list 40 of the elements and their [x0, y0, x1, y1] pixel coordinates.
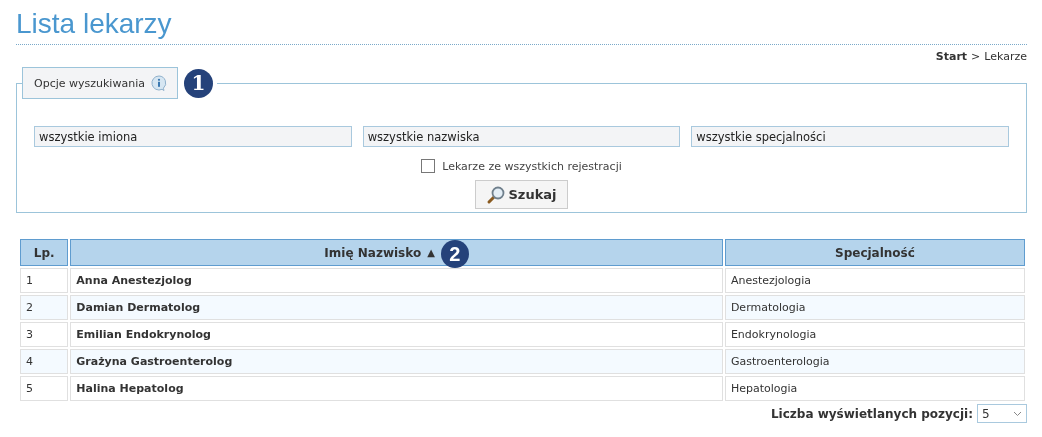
doctor-name[interactable]: Grażyna Gastroenterolog — [70, 349, 723, 374]
header-text: Imię Nazwisko — [324, 245, 422, 260]
column-header[interactable]: Specjalność — [724, 239, 1025, 266]
doctor-name[interactable]: Emilian Endokrynolog — [70, 322, 723, 347]
page-size-select[interactable]: 5 — [977, 404, 1027, 423]
table-cell: 4 — [20, 349, 69, 374]
breadcrumb-link[interactable]: Start — [935, 50, 968, 66]
column-header[interactable]: Imię Nazwisko ▲ 2 — [70, 239, 723, 266]
table-cell: Dermatologia — [724, 295, 1025, 320]
search-icon — [486, 184, 507, 205]
annotation-badge: 2 — [440, 240, 469, 268]
table-cell: Hepatologia — [724, 376, 1025, 401]
sort-arrow: ▲ — [427, 247, 435, 258]
doctor-name[interactable]: Damian Dermatolog — [70, 295, 723, 320]
page-size-label: Liczba wyświetlanych pozycji: — [770, 406, 973, 421]
column-header[interactable]: Lp. — [20, 239, 69, 266]
search-field[interactable]: wszystkie specjalności — [691, 126, 1009, 147]
header-text: Lp. — [33, 245, 55, 260]
table-cell: Anestezjologia — [724, 268, 1025, 293]
table-cell: 5 — [20, 376, 69, 401]
table-cell: 1 — [20, 268, 69, 293]
table-cell: Gastroenterologia — [724, 349, 1025, 374]
table-cell: 3 — [20, 322, 69, 347]
checkbox[interactable] — [421, 159, 436, 173]
search-field[interactable]: wszystkie imiona — [34, 126, 352, 147]
doctor-name[interactable]: Anna Anestezjolog — [70, 268, 723, 293]
info-icon[interactable] — [150, 75, 167, 91]
breadcrumb-separator: > — [971, 50, 981, 65]
search-field[interactable]: wszystkie nazwiska — [362, 126, 681, 147]
table-cell: 2 — [20, 295, 69, 320]
annotation-badge: 1 — [183, 68, 213, 98]
page-title: Lista lekarzy — [16, 6, 1027, 45]
legend-text: Opcje wyszukiwania — [34, 76, 145, 90]
checkbox-label: Lekarze ze wszystkich rejestracji — [442, 159, 622, 173]
breadcrumb-current: Lekarze — [984, 50, 1027, 65]
search-button[interactable]: Szukaj — [475, 180, 568, 209]
doctor-name[interactable]: Halina Hepatolog — [70, 376, 723, 401]
header-text: Specjalność — [835, 245, 915, 260]
chevron-down-icon — [1013, 410, 1022, 417]
table-cell: Endokrynologia — [724, 322, 1025, 347]
